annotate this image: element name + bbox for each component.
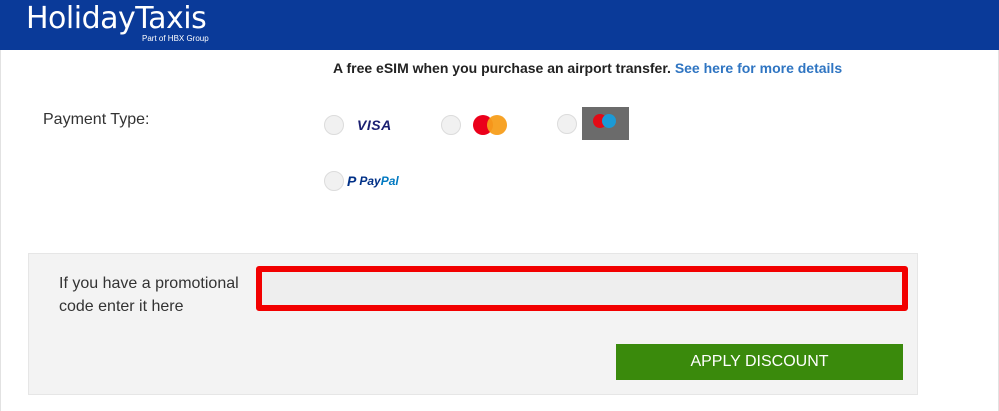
mastercard-radio[interactable] [441,115,461,135]
logo-subtitle: Part of HBX Group [142,34,209,43]
esim-promo-text: A free eSIM when you purchase an airport… [333,60,671,76]
promo-code-panel: If you have a promotional code enter it … [28,253,918,395]
payment-option-paypal[interactable]: P Pay Pal [324,171,399,191]
paypal-icon: P Pay Pal [347,173,399,189]
visa-icon: VISA [357,117,392,133]
apply-discount-button[interactable]: APPLY DISCOUNT [616,344,903,380]
mastercard-icon [473,114,509,136]
site-header: HolidayTaxis Part of HBX Group [0,0,999,50]
esim-details-link[interactable]: See here for more details [675,60,842,76]
payment-option-visa[interactable]: VISA [324,115,392,135]
visa-radio[interactable] [324,115,344,135]
payment-option-maestro[interactable] [557,107,629,140]
esim-promo-banner: A free eSIM when you purchase an airport… [333,60,842,76]
holidaytaxis-logo[interactable]: HolidayTaxis Part of HBX Group [26,1,209,44]
promo-code-input[interactable] [256,266,908,311]
logo-text: HolidayTaxis [26,1,207,36]
maestro-icon [582,107,629,140]
maestro-radio[interactable] [557,113,577,134]
payment-option-mastercard[interactable] [441,114,509,136]
paypal-radio[interactable] [324,171,344,191]
payment-type-label: Payment Type: [43,111,150,128]
promo-code-label: If you have a promotional code enter it … [59,275,239,315]
